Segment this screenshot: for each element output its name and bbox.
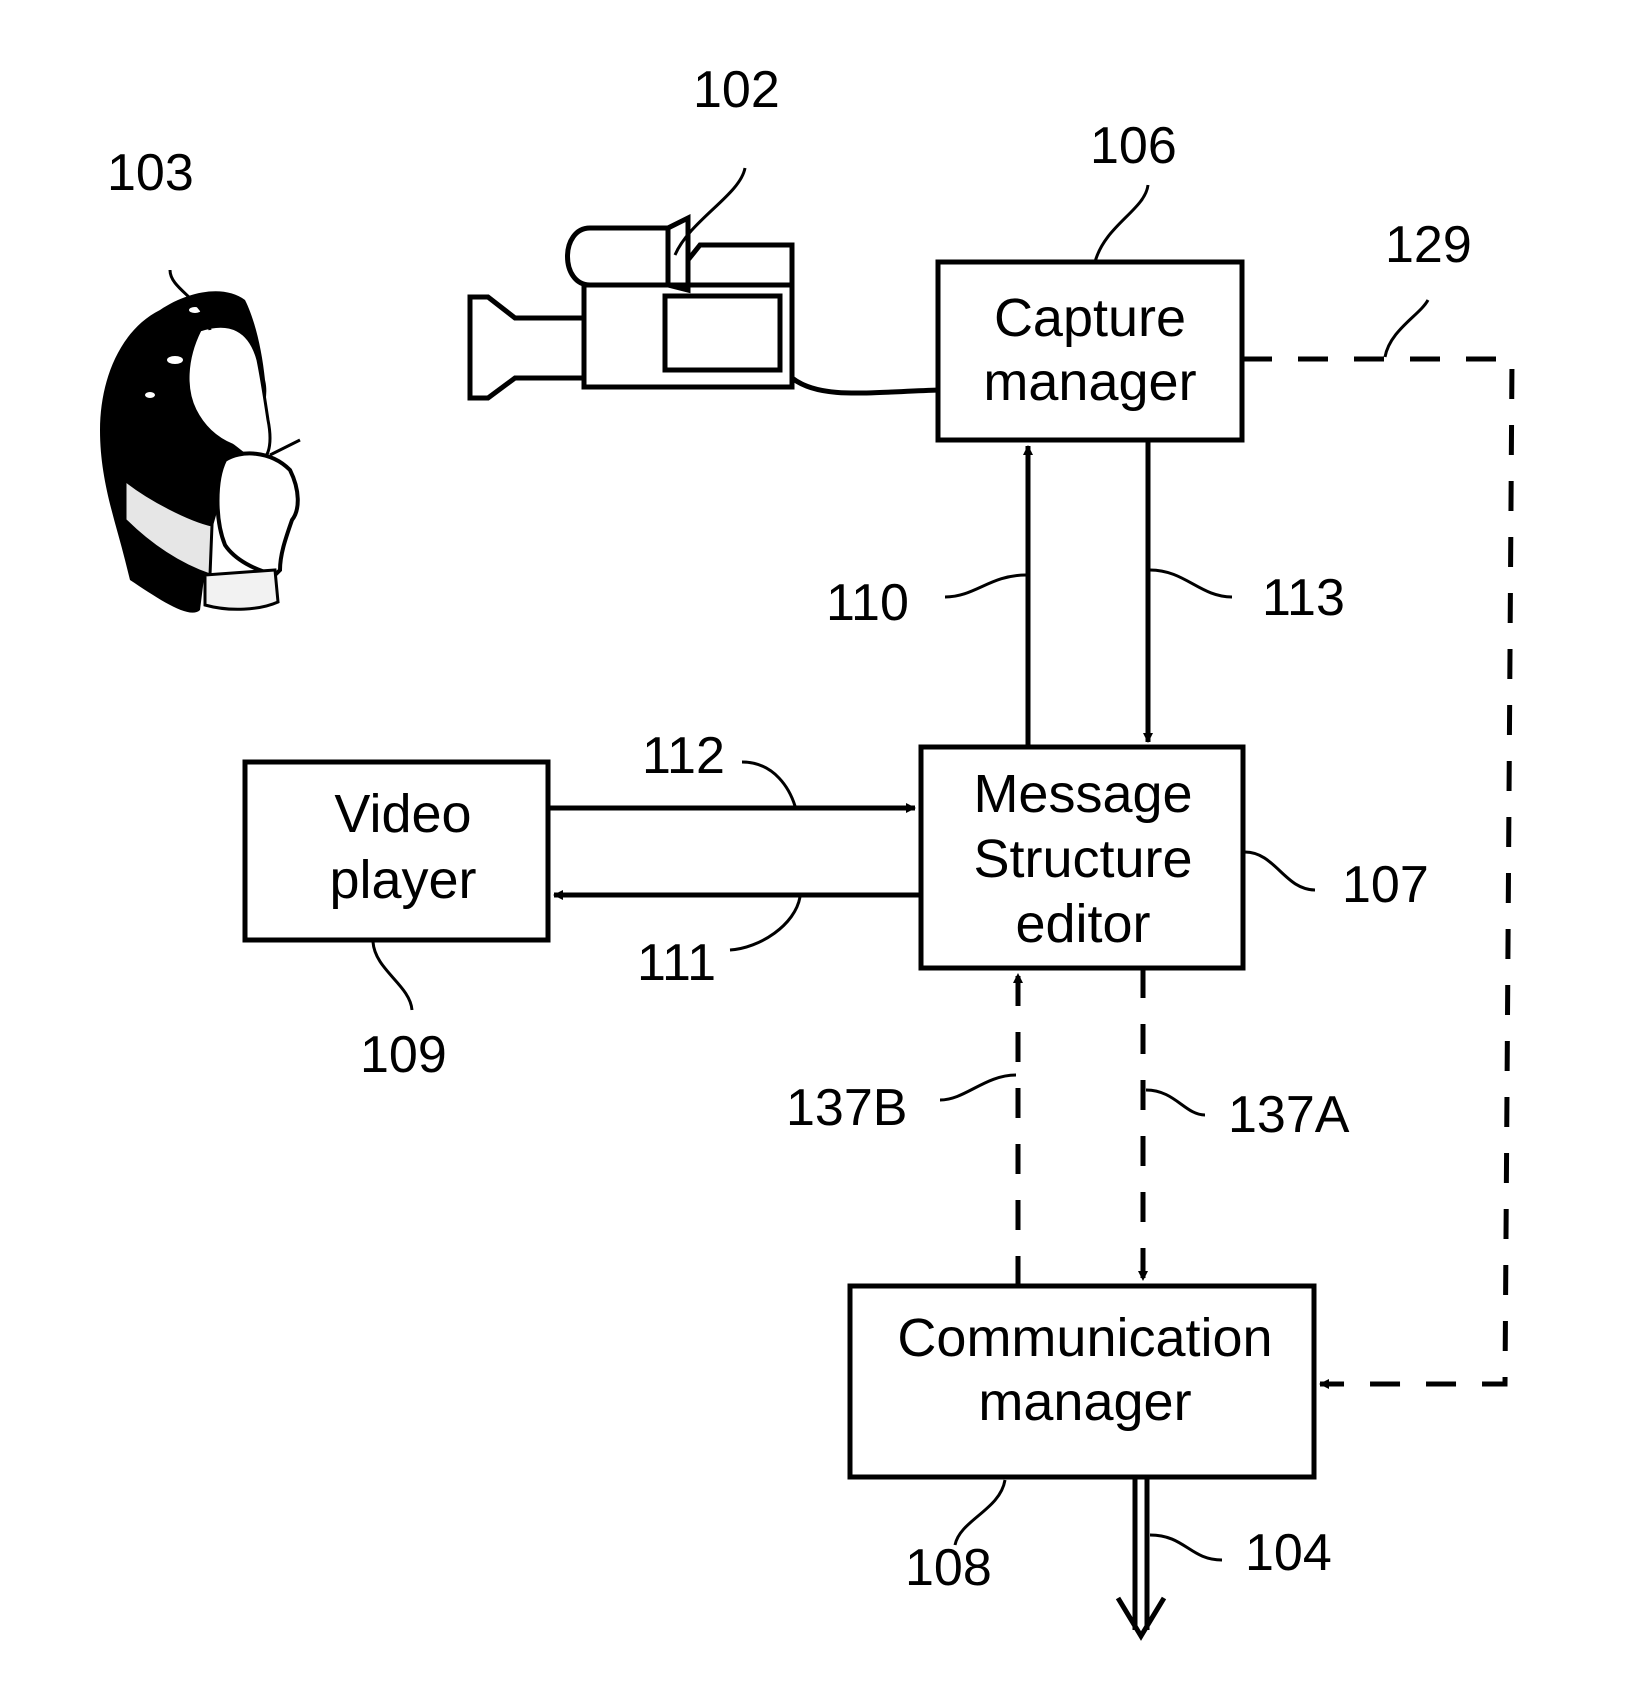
ref-102: 102 <box>693 61 780 119</box>
message-structure-editor-block: Message Structure editor <box>918 744 1246 971</box>
ref-137b: 137B <box>786 1079 907 1137</box>
video-player-line-1: Video <box>334 784 471 844</box>
mse-line-1: Message <box>973 764 1192 824</box>
leader-111 <box>729 896 802 952</box>
person-thinking-icon <box>100 291 301 613</box>
mse-line-3: editor <box>1015 894 1150 954</box>
arrow-104 <box>1115 1477 1167 1641</box>
comm-line-1: Communication <box>897 1308 1272 1368</box>
ref-137a: 137A <box>1228 1086 1350 1144</box>
ref-107: 107 <box>1342 856 1429 914</box>
leader-107 <box>1244 850 1316 892</box>
leader-106 <box>1093 184 1150 263</box>
ref-129: 129 <box>1385 216 1472 274</box>
video-camera-icon <box>467 213 941 401</box>
ref-110: 110 <box>826 574 909 632</box>
communication-manager-block: Communication manager <box>847 1283 1317 1480</box>
leader-109 <box>371 941 414 1011</box>
camera-cable <box>790 375 941 396</box>
ref-108: 108 <box>905 1539 992 1597</box>
leader-137a <box>1145 1088 1206 1117</box>
capture-manager-line-1: Capture <box>994 288 1186 348</box>
comm-line-2: manager <box>978 1372 1191 1432</box>
leader-110 <box>944 573 1027 599</box>
leader-104 <box>1149 1533 1223 1562</box>
leader-112 <box>741 760 797 807</box>
ref-106: 106 <box>1090 117 1177 175</box>
leader-108 <box>953 1479 1007 1546</box>
capture-manager-block: Capture manager <box>935 259 1245 443</box>
ref-103: 103 <box>107 144 194 202</box>
video-player-line-2: player <box>329 850 476 910</box>
capture-manager-line-2: manager <box>983 352 1196 412</box>
ref-113: 113 <box>1262 569 1345 627</box>
block-diagram: 103 102 Capture manager 106 Message Stru… <box>100 61 1515 1641</box>
ref-109: 109 <box>360 1026 447 1084</box>
leader-129 <box>1383 299 1430 358</box>
ref-112: 112 <box>642 727 725 785</box>
ref-111: 111 <box>637 934 716 992</box>
video-player-block: Video player <box>242 759 551 943</box>
ref-104: 104 <box>1245 1524 1332 1582</box>
leader-137b <box>939 1073 1017 1102</box>
mse-line-2: Structure <box>973 829 1192 889</box>
leader-113 <box>1149 568 1233 599</box>
